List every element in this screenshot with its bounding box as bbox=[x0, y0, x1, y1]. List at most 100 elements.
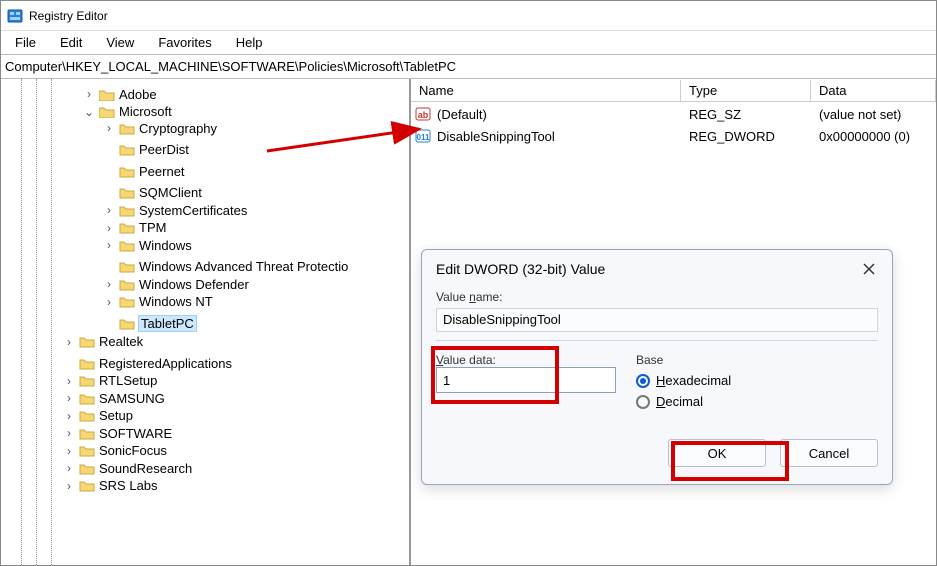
folder-icon bbox=[119, 122, 135, 135]
tree-node-samsung[interactable]: › SAMSUNG bbox=[63, 391, 165, 406]
tree-node-sonicfocus[interactable]: › SonicFocus bbox=[63, 443, 167, 458]
folder-icon bbox=[79, 374, 95, 387]
tree-node-cryptography[interactable]: › Cryptography bbox=[103, 121, 217, 136]
chevron-right-icon[interactable]: › bbox=[63, 444, 75, 458]
valuedata-input[interactable] bbox=[436, 367, 616, 393]
tree-guide-lines bbox=[1, 79, 41, 565]
tree-label: Adobe bbox=[119, 87, 157, 102]
chevron-right-icon[interactable]: › bbox=[63, 426, 75, 440]
valuename-input[interactable]: DisableSnippingTool bbox=[436, 308, 878, 332]
tree-node-srslabs[interactable]: ›SRS Labs bbox=[63, 478, 158, 493]
tree-label: SystemCertificates bbox=[139, 203, 247, 218]
folder-open-icon bbox=[99, 105, 115, 118]
tree-node-microsoft[interactable]: ⌄Microsoft bbox=[83, 104, 172, 119]
tree-label: SoundResearch bbox=[99, 461, 192, 476]
chevron-right-icon[interactable]: › bbox=[103, 121, 115, 135]
value-type: REG_SZ bbox=[681, 107, 811, 122]
tree-node-regapps[interactable]: RegisteredApplications bbox=[63, 356, 232, 371]
tree-label: TPM bbox=[139, 220, 166, 235]
tree-label: Windows Defender bbox=[139, 277, 249, 292]
menu-help[interactable]: Help bbox=[226, 33, 273, 52]
chevron-right-icon[interactable]: › bbox=[63, 374, 75, 388]
tree-node-tpm[interactable]: › TPM bbox=[103, 220, 166, 235]
tree-node-rtlsetup[interactable]: › RTLSetup bbox=[63, 373, 157, 388]
tree-label: TabletPC bbox=[139, 316, 196, 331]
chevron-right-icon[interactable]: › bbox=[103, 221, 115, 235]
tree-node-sqmclient[interactable]: SQMClient bbox=[103, 185, 202, 200]
ok-button[interactable]: OK bbox=[668, 439, 766, 467]
chevron-right-icon[interactable]: › bbox=[63, 409, 75, 423]
base-label: Base bbox=[636, 353, 731, 367]
dword-value-icon: 011 bbox=[415, 128, 431, 144]
folder-icon bbox=[119, 204, 135, 217]
tree-label: RTLSetup bbox=[99, 373, 157, 388]
tree-node-watp[interactable]: Windows Advanced Threat Protectio bbox=[103, 259, 348, 274]
address-bar[interactable]: Computer\HKEY_LOCAL_MACHINE\SOFTWARE\Pol… bbox=[1, 55, 936, 79]
tree-node-adobe[interactable]: › Adobe bbox=[83, 87, 157, 102]
folder-icon bbox=[79, 335, 95, 348]
tree-label: Setup bbox=[99, 408, 133, 423]
tree-node-peernet[interactable]: Peernet bbox=[103, 164, 185, 179]
menu-view[interactable]: View bbox=[96, 33, 144, 52]
folder-icon bbox=[79, 392, 95, 405]
tree-label: Cryptography bbox=[139, 121, 217, 136]
chevron-right-icon[interactable]: › bbox=[63, 479, 75, 493]
value-name: DisableSnippingTool bbox=[437, 129, 555, 144]
folder-icon bbox=[119, 143, 135, 156]
chevron-right-icon[interactable]: › bbox=[63, 461, 75, 475]
tree-pane[interactable]: › Adobe ⌄Microsoft › Cryptography PeerDist… bbox=[1, 79, 411, 565]
separator bbox=[436, 340, 878, 341]
menu-file[interactable]: File bbox=[5, 33, 46, 52]
folder-icon bbox=[119, 295, 135, 308]
cancel-button[interactable]: Cancel bbox=[780, 439, 878, 467]
folder-icon bbox=[119, 239, 135, 252]
tree-node-tabletpc[interactable]: TabletPC bbox=[103, 316, 196, 331]
window-title: Registry Editor bbox=[29, 9, 108, 23]
tree-node-peerdist[interactable]: PeerDist bbox=[103, 142, 189, 157]
tree-node-software[interactable]: › SOFTWARE bbox=[63, 426, 172, 441]
tree-node-defender[interactable]: › Windows Defender bbox=[103, 277, 249, 292]
radio-decimal[interactable]: Decimal bbox=[636, 394, 731, 409]
folder-icon bbox=[99, 88, 115, 101]
chevron-right-icon[interactable]: › bbox=[103, 295, 115, 309]
value-type: REG_DWORD bbox=[681, 129, 811, 144]
folder-icon bbox=[119, 221, 135, 234]
folder-icon bbox=[119, 165, 135, 178]
list-header: Name Type Data bbox=[411, 79, 936, 103]
chevron-right-icon[interactable]: › bbox=[103, 277, 115, 291]
chevron-down-icon[interactable]: ⌄ bbox=[83, 105, 95, 119]
chevron-right-icon[interactable]: › bbox=[83, 87, 95, 101]
valuename-label: Value name: bbox=[436, 290, 878, 304]
tree-node-windows[interactable]: ›Windows bbox=[103, 238, 192, 253]
value-row-disablesnippingtool[interactable]: 011DisableSnippingTool REG_DWORD 0x00000… bbox=[411, 125, 936, 147]
value-row-default[interactable]: ab(Default) REG_SZ (value not set) bbox=[411, 103, 936, 125]
folder-icon bbox=[119, 260, 135, 273]
folder-icon bbox=[79, 462, 95, 475]
folder-icon bbox=[79, 479, 95, 492]
app-icon bbox=[7, 8, 23, 24]
tree-node-realtek[interactable]: ›Realtek bbox=[63, 334, 143, 349]
tree-label: SOFTWARE bbox=[99, 426, 172, 441]
column-header-type[interactable]: Type bbox=[681, 80, 811, 102]
tree-node-winnt[interactable]: ›Windows NT bbox=[103, 294, 213, 309]
folder-icon bbox=[119, 186, 135, 199]
chevron-right-icon[interactable]: › bbox=[103, 203, 115, 217]
chevron-right-icon[interactable]: › bbox=[63, 391, 75, 405]
tree-label: SAMSUNG bbox=[99, 391, 165, 406]
radio-hexadecimal[interactable]: Hexadecimal bbox=[636, 373, 731, 388]
tree-node-soundresearch[interactable]: › SoundResearch bbox=[63, 461, 192, 476]
menu-favorites[interactable]: Favorites bbox=[148, 33, 221, 52]
tree-guide-lines-2 bbox=[51, 79, 52, 565]
edit-dword-dialog: Edit DWORD (32-bit) Value Value name: Di… bbox=[421, 249, 893, 485]
close-button[interactable] bbox=[860, 260, 878, 278]
folder-icon bbox=[79, 444, 95, 457]
menu-edit[interactable]: Edit bbox=[50, 33, 92, 52]
tree-node-setup[interactable]: › Setup bbox=[63, 408, 133, 423]
column-header-name[interactable]: Name bbox=[411, 80, 681, 102]
tree-node-systemcertificates[interactable]: › SystemCertificates bbox=[103, 203, 247, 218]
tree-label: SonicFocus bbox=[99, 443, 167, 458]
chevron-right-icon[interactable]: › bbox=[103, 238, 115, 252]
chevron-right-icon[interactable]: › bbox=[63, 335, 75, 349]
column-header-data[interactable]: Data bbox=[811, 80, 936, 102]
registry-editor-window: Registry Editor File Edit View Favorites… bbox=[0, 0, 937, 566]
